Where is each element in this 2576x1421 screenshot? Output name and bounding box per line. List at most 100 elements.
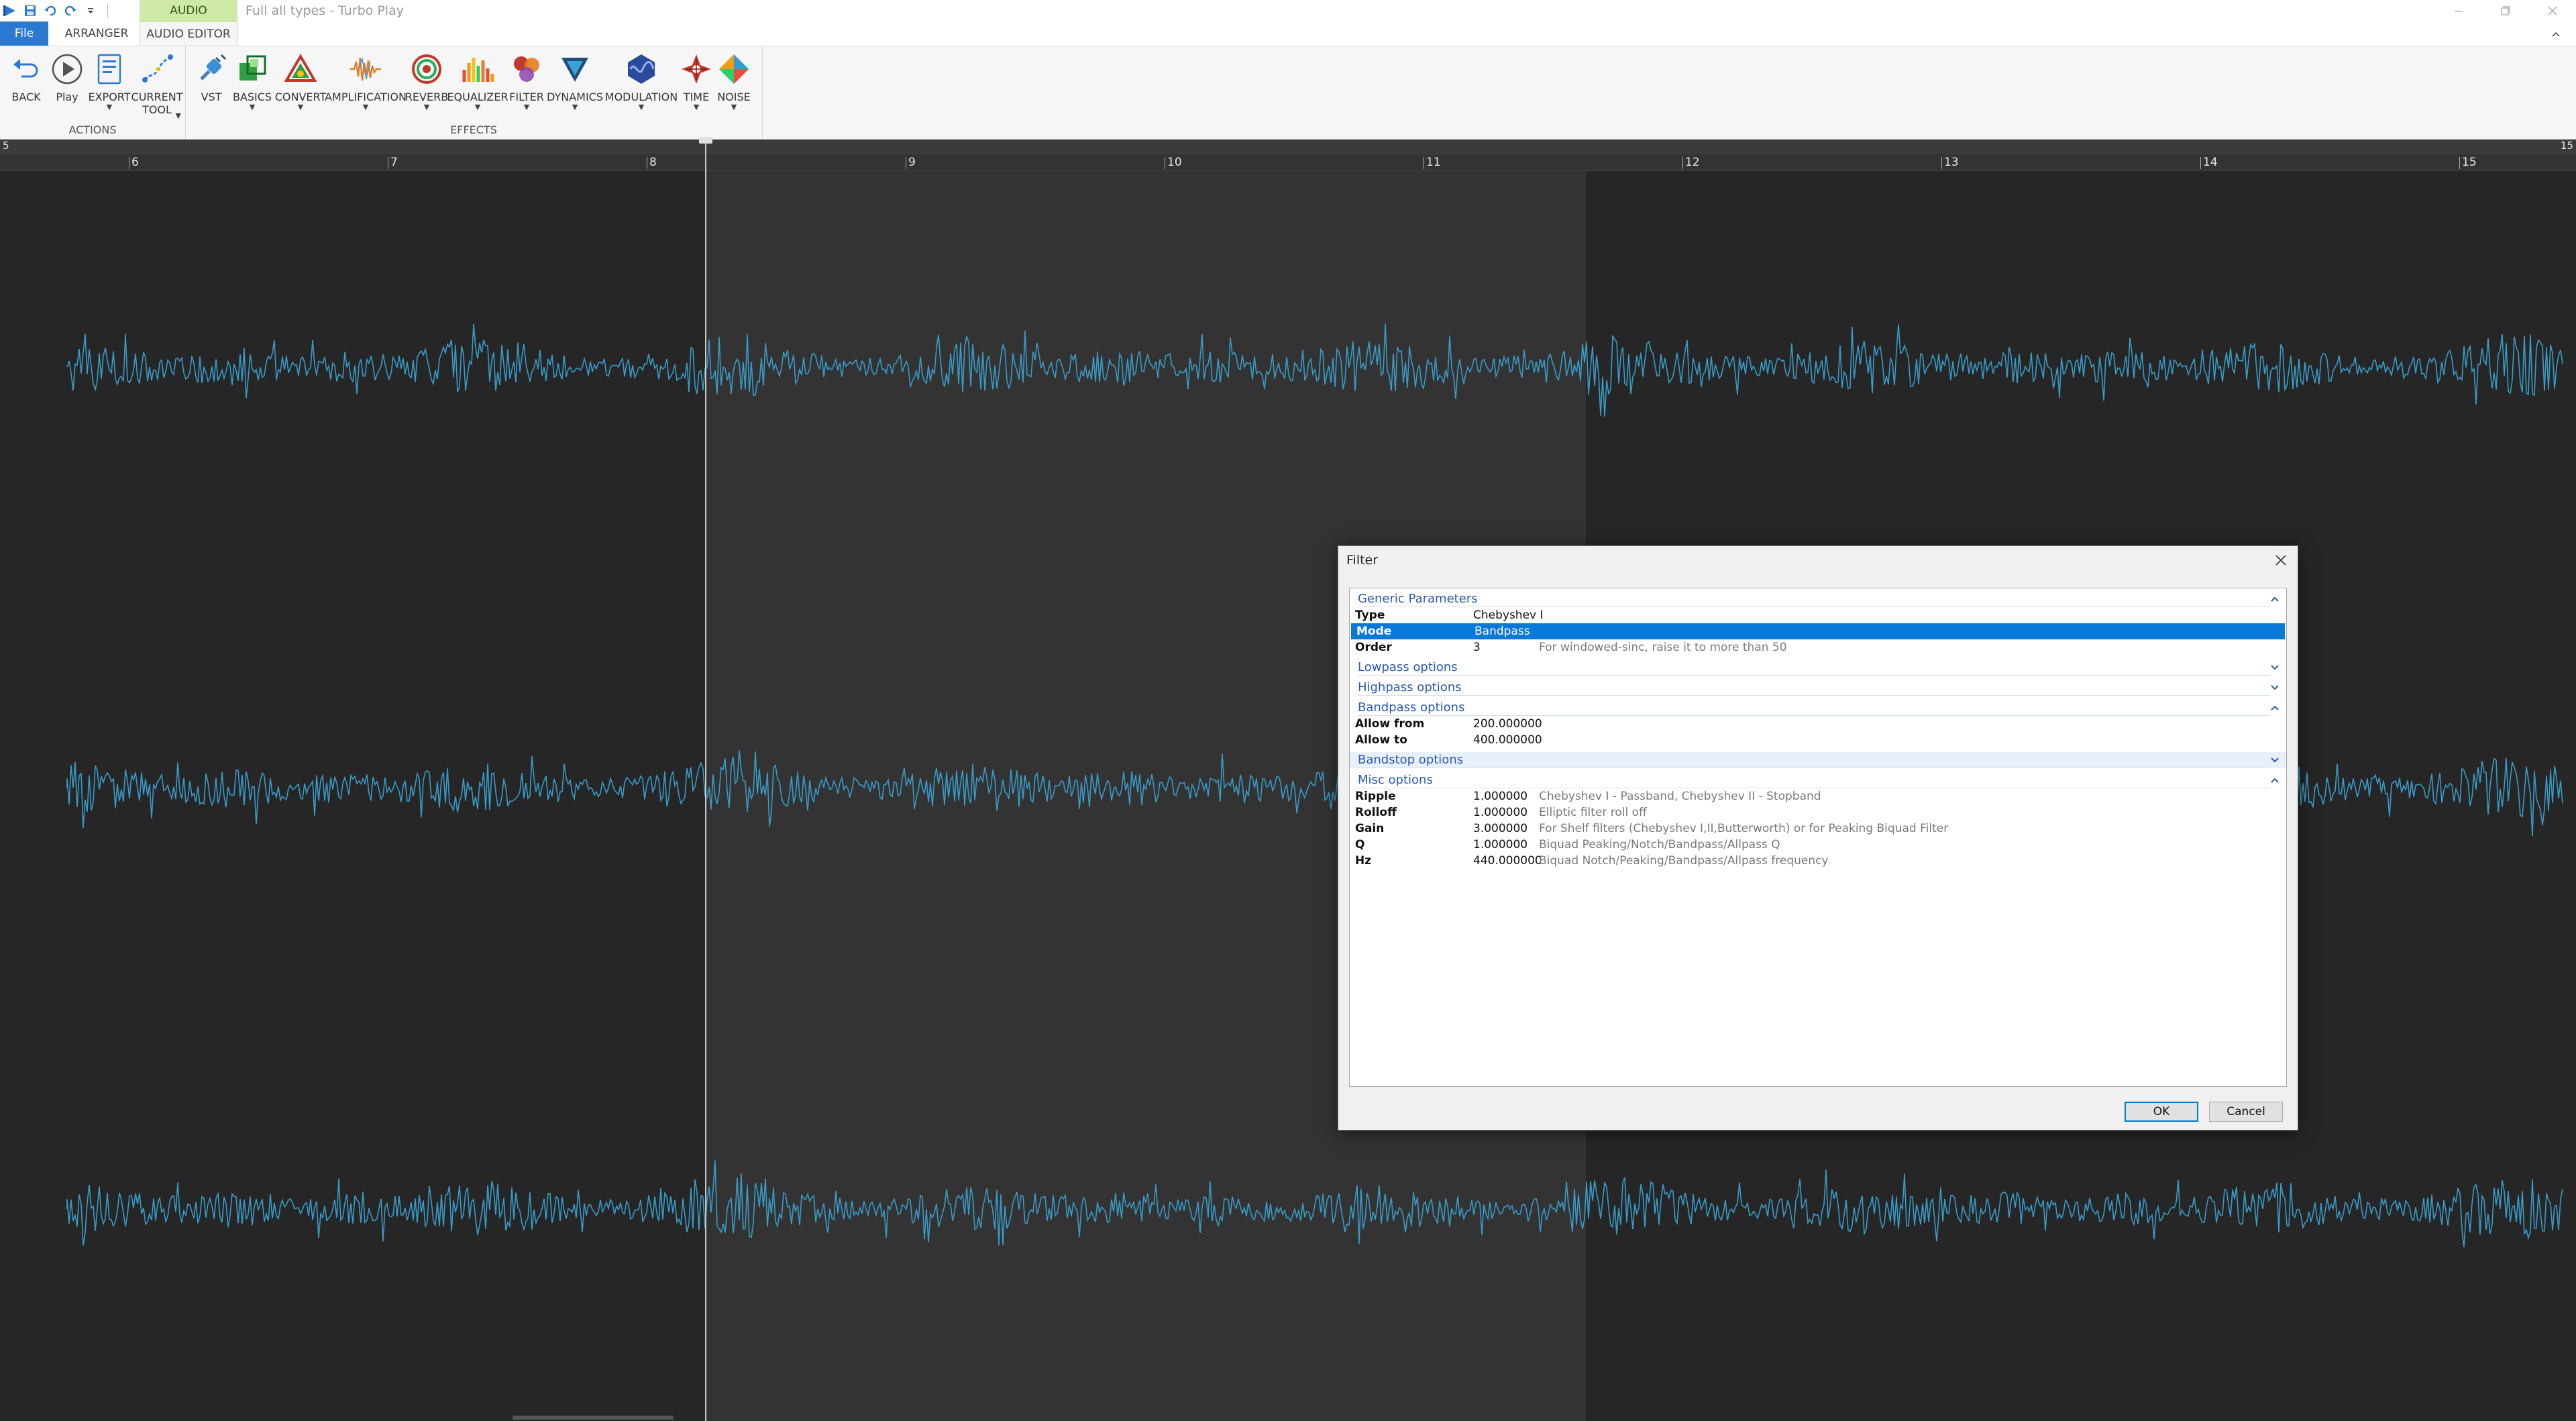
ruler-tick: 6: [129, 156, 139, 169]
effects-group-label: EFFECTS: [450, 123, 497, 136]
undo-icon[interactable]: [43, 3, 58, 18]
section-generic-parameters[interactable]: Generic Parameters: [1350, 591, 2286, 607]
filter-label: FILTER: [509, 91, 544, 103]
property-row-allow-to[interactable]: Allow to 400.000000: [1350, 732, 2286, 748]
app-logo-icon[interactable]: [3, 3, 17, 18]
section-highpass-options[interactable]: Highpass options: [1350, 680, 2286, 696]
ribbon-group-actions: BACK Play EXPORT ▼ CURRENT TOOL ▼ ACTION…: [0, 46, 186, 139]
amplification-icon: [347, 50, 384, 88]
vst-button[interactable]: VST: [195, 50, 228, 103]
property-value[interactable]: 400.000000: [1473, 732, 1542, 748]
property-description: For windowed-sinc, raise it to more than…: [1539, 641, 1787, 654]
reverb-label: REVERB: [405, 91, 449, 103]
property-value[interactable]: 1.000000: [1473, 837, 1527, 853]
tab-file[interactable]: File: [0, 21, 48, 46]
ruler-start-label: 5: [3, 140, 9, 152]
chevron-up-icon[interactable]: [2269, 772, 2281, 788]
property-value[interactable]: Chebyshev I: [1473, 607, 1544, 623]
property-value[interactable]: 200.000000: [1473, 716, 1542, 732]
property-row-mode[interactable]: Mode Bandpass: [1351, 623, 2285, 639]
property-row-order[interactable]: Order 3 For windowed-sinc, raise it to m…: [1350, 639, 2286, 655]
ruler-tick: 9: [906, 156, 916, 169]
property-row-gain[interactable]: Gain 3.000000 For Shelf filters (Chebysh…: [1350, 821, 2286, 837]
property-row-allow-from[interactable]: Allow from 200.000000: [1350, 716, 2286, 732]
section-misc-options[interactable]: Misc options: [1350, 772, 2286, 788]
play-label: Play: [56, 91, 78, 103]
section-bandstop-options[interactable]: Bandstop options: [1350, 752, 2286, 768]
basics-label: BASICS: [232, 91, 272, 103]
equalizer-dropdown-icon: ▼: [474, 103, 481, 111]
dialog-close-button[interactable]: [2269, 549, 2292, 572]
noise-button[interactable]: NOISE ▼: [715, 50, 753, 111]
basics-button[interactable]: BASICS ▼: [232, 50, 272, 111]
chevron-down-icon[interactable]: [2269, 660, 2281, 676]
dynamics-button[interactable]: DYNAMICS ▼: [545, 50, 605, 111]
convert-dropdown-icon: ▼: [297, 103, 304, 111]
property-value[interactable]: 440.000000: [1473, 853, 1542, 869]
convert-button[interactable]: CONVERT ▼: [274, 50, 327, 111]
redo-icon[interactable]: [63, 3, 78, 18]
chevron-up-icon[interactable]: [2269, 700, 2281, 716]
close-icon: [2275, 555, 2286, 566]
timeline-overview-bar[interactable]: 5 15: [0, 140, 2576, 154]
filter-button[interactable]: FILTER ▼: [508, 50, 545, 111]
modulation-button[interactable]: MODULATION ▼: [605, 50, 678, 111]
back-button[interactable]: BACK: [7, 50, 46, 103]
property-value[interactable]: 1.000000: [1473, 788, 1527, 804]
chevron-down-icon[interactable]: [2269, 752, 2281, 768]
section-label: Highpass options: [1358, 680, 1462, 694]
actions-group-label: ACTIONS: [68, 123, 117, 136]
property-value[interactable]: 3.000000: [1473, 821, 1527, 837]
context-tab-audio: AUDIO: [140, 0, 237, 21]
export-icon: [91, 50, 128, 88]
amplification-button[interactable]: AMPLIFICATION ▼: [325, 50, 407, 111]
back-label: BACK: [11, 91, 41, 103]
tab-arranger[interactable]: ARRANGER: [54, 21, 140, 46]
property-row-hz[interactable]: Hz 440.000000 Biquad Notch/Peaking/Bandp…: [1350, 853, 2286, 869]
reverb-dropdown-icon: ▼: [423, 103, 430, 111]
property-row-q[interactable]: Q 1.000000 Biquad Peaking/Notch/Bandpass…: [1350, 837, 2286, 853]
property-row-type[interactable]: Type Chebyshev I: [1350, 607, 2286, 623]
current-tool-dropdown-icon: ▼: [175, 111, 181, 120]
property-row-rolloff[interactable]: Rolloff 1.000000 Elliptic filter roll of…: [1350, 804, 2286, 821]
chevron-down-icon[interactable]: [2269, 680, 2281, 696]
filter-dialog: Filter Generic Parameters Type Chebyshev…: [1338, 545, 2298, 1130]
ok-button[interactable]: OK: [2125, 1102, 2198, 1122]
cancel-button[interactable]: Cancel: [2209, 1102, 2283, 1122]
property-description: For Shelf filters (Chebyshev I,II,Butter…: [1539, 822, 1949, 835]
current-tool-label-2: TOOL: [142, 103, 172, 116]
property-value[interactable]: 3: [1473, 639, 1481, 655]
save-icon[interactable]: [23, 3, 38, 18]
customize-qat-icon[interactable]: [83, 3, 98, 18]
reverb-button[interactable]: REVERB ▼: [405, 50, 448, 111]
minimize-button[interactable]: [2435, 0, 2482, 21]
tab-audio-editor[interactable]: AUDIO EDITOR: [140, 21, 237, 46]
property-name: Ripple: [1355, 790, 1396, 803]
play-icon: [48, 50, 86, 88]
time-button[interactable]: TIME ▼: [680, 50, 712, 111]
horizontal-scrollbar[interactable]: [513, 1416, 674, 1420]
section-bandpass-options[interactable]: Bandpass options: [1350, 700, 2286, 716]
play-button[interactable]: Play: [47, 50, 87, 103]
close-window-button[interactable]: [2529, 0, 2576, 21]
property-value[interactable]: Bandpass: [1474, 623, 1530, 639]
section-lowpass-options[interactable]: Lowpass options: [1350, 660, 2286, 676]
equalizer-icon: [459, 50, 496, 88]
modulation-label: MODULATION: [604, 91, 678, 103]
filter-icon: [508, 50, 545, 88]
property-value[interactable]: 1.000000: [1473, 804, 1527, 821]
playhead-handle[interactable]: [699, 137, 712, 144]
equalizer-button[interactable]: EQUALIZER ▼: [447, 50, 508, 111]
section-label: Misc options: [1358, 773, 1433, 787]
ruler-tick: 13: [1941, 156, 1959, 169]
timeline-ruler[interactable]: 6 7 8 9 10 11 12 13 14 15: [0, 154, 2576, 171]
export-button[interactable]: EXPORT ▼: [87, 50, 131, 111]
current-tool-button[interactable]: CURRENT TOOL ▼: [131, 50, 183, 120]
chevron-up-icon[interactable]: [2269, 591, 2281, 607]
restore-button[interactable]: [2482, 0, 2529, 21]
collapse-ribbon-icon[interactable]: [2551, 27, 2561, 43]
current-tool-label-1: CURRENT: [131, 91, 183, 103]
property-row-ripple[interactable]: Ripple 1.000000 Chebyshev I - Passband, …: [1350, 788, 2286, 804]
ruler-tick: 7: [388, 156, 398, 169]
playhead-cursor[interactable]: [705, 140, 706, 1421]
